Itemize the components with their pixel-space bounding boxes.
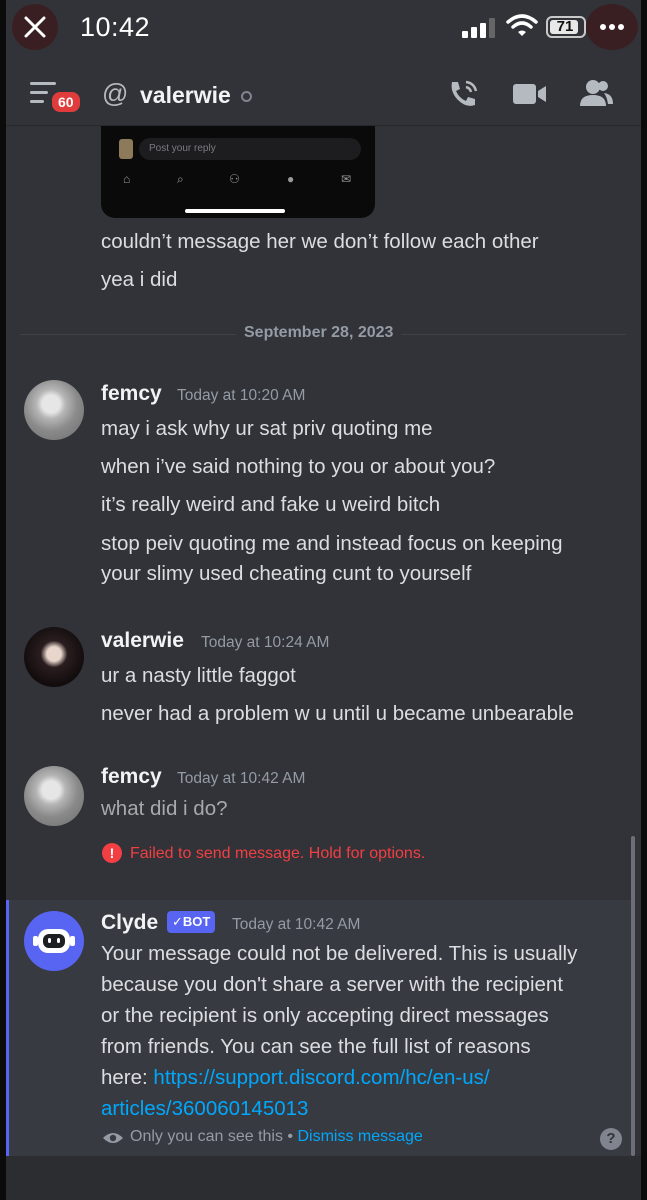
close-icon bbox=[24, 16, 46, 38]
author-name[interactable]: femcy bbox=[101, 382, 162, 406]
close-button[interactable] bbox=[12, 4, 58, 50]
ephemeral-notice: Only you can see this • Dismiss message bbox=[130, 1128, 423, 1146]
pending-message-text[interactable]: what did i do? bbox=[101, 797, 228, 821]
date-divider-label: September 28, 2023 bbox=[236, 324, 402, 342]
discord-dm-app: 10:42 71 60 @ valerwie Post your reply ⌂… bbox=[6, 0, 641, 1200]
battery-indicator: 71 bbox=[546, 16, 586, 38]
embed-avatar bbox=[119, 139, 133, 159]
voice-call-icon[interactable] bbox=[446, 78, 482, 110]
bell-icon: ● bbox=[287, 172, 295, 186]
author-name[interactable]: Clyde bbox=[101, 911, 158, 935]
home-indicator bbox=[185, 209, 285, 213]
author-name[interactable]: valerwie bbox=[101, 629, 184, 653]
message-text: may i ask why ur sat priv quoting me bbox=[101, 417, 433, 440]
message-text: never had a problem w u until u became u… bbox=[101, 702, 574, 725]
message-text: because you don't share a server with th… bbox=[101, 973, 564, 996]
message-text: here: https://support.discord.com/hc/en-… bbox=[101, 1066, 490, 1090]
message-text: yea i did bbox=[101, 268, 178, 291]
author-name[interactable]: femcy bbox=[101, 765, 162, 789]
bot-badge: ✓BOT bbox=[167, 911, 216, 933]
offline-status-icon bbox=[241, 91, 252, 102]
unread-badge: 60 bbox=[50, 90, 82, 114]
image-attachment[interactable]: Post your reply ⌂ ⌕ ⚇ ● ✉ bbox=[101, 126, 375, 218]
more-options-button[interactable] bbox=[586, 4, 638, 50]
timestamp: Today at 10:42 AM bbox=[177, 770, 306, 787]
channel-header: 60 @ valerwie bbox=[6, 58, 641, 126]
dismiss-message-link[interactable]: Dismiss message bbox=[297, 1128, 422, 1145]
mail-icon: ✉ bbox=[341, 172, 352, 186]
message-text: from friends. You can see the full list … bbox=[101, 1035, 531, 1058]
message-text: or the recipient is only accepting direc… bbox=[101, 1004, 549, 1027]
help-icon[interactable]: ? bbox=[600, 1128, 622, 1150]
wifi-icon bbox=[506, 14, 538, 36]
only-you-text: Only you can see this • bbox=[130, 1128, 298, 1145]
support-link[interactable]: https://support.discord.com/hc/en-us/ bbox=[153, 1066, 489, 1089]
avatar[interactable] bbox=[24, 627, 84, 687]
avatar[interactable] bbox=[24, 766, 84, 826]
error-icon: ! bbox=[102, 843, 122, 863]
timestamp: Today at 10:42 AM bbox=[232, 916, 361, 933]
support-link-continued[interactable]: articles/360060145013 bbox=[101, 1097, 308, 1121]
timestamp: Today at 10:24 AM bbox=[201, 634, 330, 651]
timestamp: Today at 10:20 AM bbox=[177, 387, 306, 404]
message-text: couldn’t message her we don’t follow eac… bbox=[101, 230, 539, 253]
channel-name[interactable]: valerwie bbox=[140, 82, 231, 109]
members-icon[interactable] bbox=[580, 78, 614, 108]
search-icon: ⌕ bbox=[177, 172, 184, 186]
link-prefix: here: bbox=[101, 1066, 154, 1089]
embed-nav-bar: ⌂ ⌕ ⚇ ● ✉ bbox=[101, 172, 375, 192]
message-text: your slimy used cheating cunt to yoursel… bbox=[101, 562, 472, 585]
send-failed-notice[interactable]: Failed to send message. Hold for options… bbox=[130, 845, 425, 863]
clyde-avatar[interactable] bbox=[24, 911, 84, 971]
people-icon: ⚇ bbox=[229, 172, 240, 186]
status-bar: 10:42 71 bbox=[6, 0, 641, 58]
bottom-bar bbox=[6, 1156, 641, 1200]
signal-icon bbox=[462, 18, 495, 38]
clyde-bot-icon bbox=[33, 929, 75, 953]
message-text: ur a nasty little faggot bbox=[101, 664, 296, 687]
home-icon: ⌂ bbox=[123, 172, 131, 186]
clock: 10:42 bbox=[80, 12, 151, 42]
video-call-icon[interactable] bbox=[513, 82, 547, 106]
embed-reply-field: Post your reply bbox=[139, 138, 361, 160]
eye-icon bbox=[103, 1133, 123, 1143]
message-text: when i’ve said nothing to you or about y… bbox=[101, 455, 496, 478]
at-icon: @ bbox=[102, 78, 129, 108]
scrollbar[interactable] bbox=[631, 836, 635, 1156]
message-text: it’s really weird and fake u weird bitch bbox=[101, 493, 441, 516]
message-text: Your message could not be delivered. Thi… bbox=[101, 942, 578, 965]
avatar[interactable] bbox=[24, 380, 84, 440]
message-text: stop peiv quoting me and instead focus o… bbox=[101, 532, 563, 555]
